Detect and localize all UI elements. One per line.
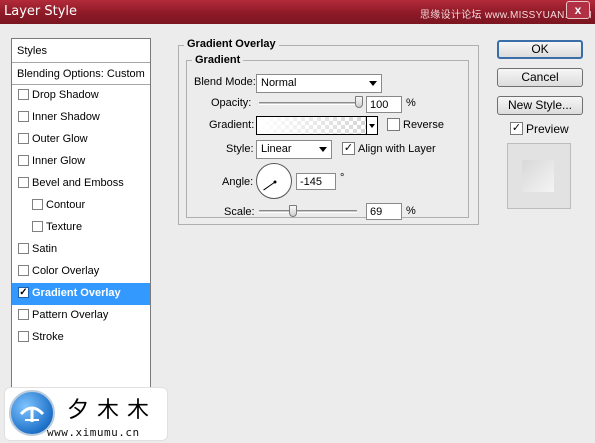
align-with-layer-checkbox[interactable]: ✓ [342,142,355,155]
inner-glow-checkbox[interactable] [18,155,29,166]
ok-button[interactable]: OK [497,40,583,59]
gradient-overlay-checkbox[interactable]: ✓ [18,287,29,298]
align-with-layer-label: Align with Layer [358,143,436,155]
title-bar: Layer Style 思缘设计论坛 www.MISSYUAN.COM x [0,0,595,24]
style-item-label: Gradient Overlay [32,287,121,299]
style-value: Linear [261,143,292,155]
gradient-label: Gradient: [209,119,255,131]
texture-checkbox[interactable] [32,221,43,232]
styles-header[interactable]: Styles [12,39,150,63]
style-item-texture[interactable]: Texture [12,217,150,239]
style-item-satin[interactable]: Satin [12,239,150,261]
preview-checkbox[interactable]: ✓ [510,122,523,135]
stroke-checkbox[interactable] [18,331,29,342]
style-item-inner-glow[interactable]: Inner Glow [12,151,150,173]
opacity-slider-thumb[interactable] [355,96,363,108]
blend-mode-label: Blend Mode: [194,76,256,88]
preview-label: Preview [526,122,569,136]
reverse-label: Reverse [403,119,444,131]
opacity-label: Opacity: [211,97,252,109]
chevron-down-icon [319,147,327,152]
gradient-preview[interactable] [256,116,367,135]
blending-options-item[interactable]: Blending Options: Custom [12,63,150,85]
reverse-checkbox[interactable] [387,118,400,131]
site-logo: 夕木木 www.ximumu.cn [4,387,168,441]
chevron-down-icon [369,81,377,86]
style-item-pattern-overlay[interactable]: Pattern Overlay [12,305,150,327]
angle-dial[interactable] [256,163,292,199]
style-item-bevel-emboss[interactable]: Bevel and Emboss [12,173,150,195]
preview-thumbnail [522,160,554,192]
style-item-label: Inner Shadow [32,111,100,123]
angle-input[interactable]: -145 [296,173,336,190]
cancel-button[interactable]: Cancel [497,68,583,87]
satin-checkbox[interactable] [18,243,29,254]
scale-percent: % [406,205,416,217]
pattern-overlay-checkbox[interactable] [18,309,29,320]
style-item-drop-shadow[interactable]: Drop Shadow [12,85,150,107]
style-item-label: Texture [46,221,83,233]
preview-swatch [507,143,571,209]
close-button[interactable]: x [566,1,590,19]
drop-shadow-checkbox[interactable] [18,89,29,100]
subgroup-title: Gradient [192,54,244,66]
scale-slider-thumb[interactable] [288,205,297,217]
opacity-input[interactable]: 100 [366,96,402,113]
style-item-label: Drop Shadow [32,89,99,101]
blend-mode-value: Normal [261,77,297,89]
inner-shadow-checkbox[interactable] [18,111,29,122]
scale-slider-track[interactable] [259,210,357,213]
style-select[interactable]: Linear [256,140,332,159]
style-item-color-overlay[interactable]: Color Overlay [12,261,150,283]
logo-name: 夕木木 [67,398,158,423]
style-item-label: Satin [32,243,58,255]
gradient-fade [257,117,366,134]
logo-url: www.ximumu.cn [47,426,140,439]
group-title: Gradient Overlay [184,38,279,50]
opacity-slider-track[interactable] [259,102,359,105]
outer-glow-checkbox[interactable] [18,133,29,144]
scale-label: Scale: [224,206,255,218]
angle-degree: ° [340,172,345,184]
bevel-emboss-checkbox[interactable] [18,177,29,188]
window-title: Layer Style [4,4,78,19]
chevron-down-icon [369,124,375,128]
styles-list-panel: Styles Blending Options: Custom Drop Sha… [11,38,151,398]
gradient-dropdown[interactable] [366,116,378,135]
opacity-percent: % [406,97,416,109]
style-label: Style: [226,143,254,155]
scale-input[interactable]: 69 [366,203,402,220]
contour-checkbox[interactable] [32,199,43,210]
angle-needle-icon [263,180,277,191]
style-item-contour[interactable]: Contour [12,195,150,217]
new-style-button[interactable]: New Style... [497,96,583,115]
style-item-outer-glow[interactable]: Outer Glow [12,129,150,151]
angle-label: Angle: [222,176,254,188]
style-item-inner-shadow[interactable]: Inner Shadow [12,107,150,129]
color-overlay-checkbox[interactable] [18,265,29,276]
style-item-label: Inner Glow [32,155,86,167]
style-item-label: Color Overlay [32,265,100,277]
style-item-label: Bevel and Emboss [32,177,124,189]
style-item-gradient-overlay[interactable]: ✓ Gradient Overlay [12,283,150,305]
style-item-label: Stroke [32,331,64,343]
logo-mark-icon [19,406,45,422]
style-item-stroke[interactable]: Stroke [12,327,150,349]
style-item-label: Outer Glow [32,133,88,145]
blend-mode-select[interactable]: Normal [256,74,382,93]
style-item-label: Contour [46,199,86,211]
style-item-label: Pattern Overlay [32,309,109,321]
